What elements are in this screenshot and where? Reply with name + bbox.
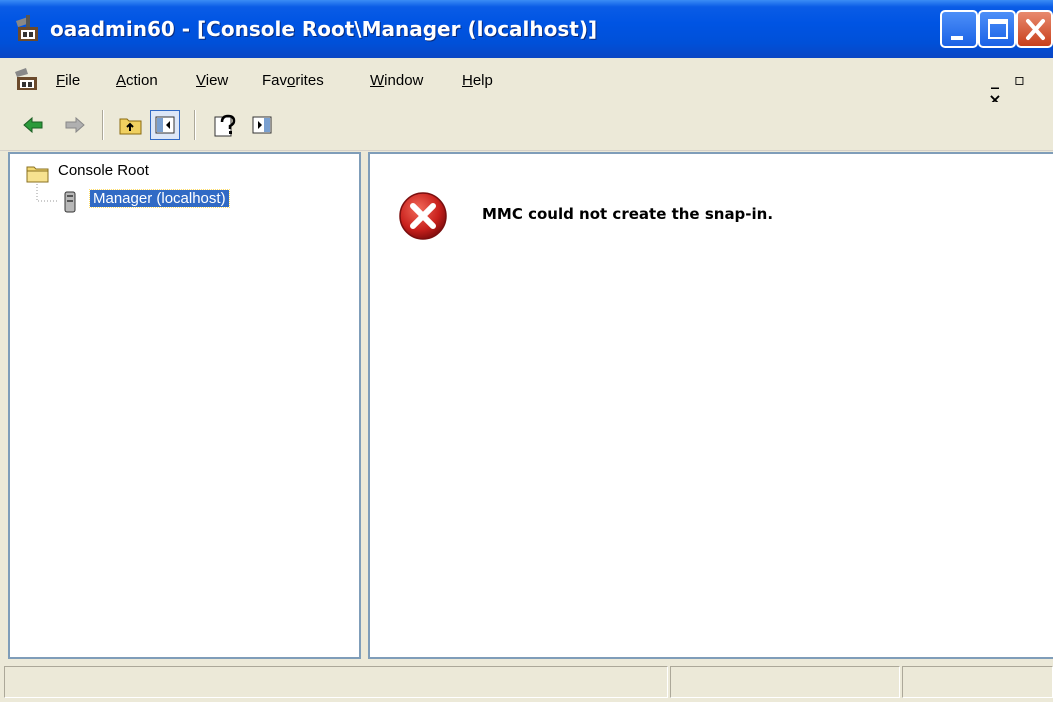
- status-panel-main: [4, 666, 668, 698]
- up-one-level-icon: [119, 118, 142, 135]
- help-button[interactable]: [210, 110, 240, 140]
- tree-node-manager[interactable]: Manager (localhost): [89, 189, 230, 208]
- up-one-level-button[interactable]: [116, 110, 146, 140]
- show-hide-action-pane-icon: [252, 116, 272, 134]
- close-icon: [1026, 19, 1045, 40]
- app-icon[interactable]: [14, 15, 42, 43]
- minimize-button[interactable]: [940, 10, 978, 48]
- mdi-minimize-button[interactable]: _: [985, 70, 1005, 90]
- server-icon: [64, 191, 76, 213]
- maximize-button[interactable]: [978, 10, 1016, 48]
- mdi-controls: _ ▫ ×: [985, 70, 1053, 109]
- back-button[interactable]: [18, 110, 48, 140]
- menu-window[interactable]: Window: [370, 72, 423, 89]
- forward-icon: [65, 116, 85, 134]
- menu-action[interactable]: Action: [116, 72, 158, 89]
- show-hide-tree-button[interactable]: [150, 110, 180, 140]
- menu-help[interactable]: Help: [462, 72, 493, 89]
- toolbar-separator: [194, 110, 196, 140]
- menu-file[interactable]: File: [56, 72, 80, 89]
- folder-icon: [26, 166, 49, 183]
- back-icon: [23, 116, 43, 134]
- window-title: oaadmin60 - [Console Root\Manager (local…: [50, 17, 598, 41]
- status-panel-2: [670, 666, 900, 698]
- show-hide-action-pane-button[interactable]: [248, 110, 278, 140]
- menu-view[interactable]: View: [196, 72, 228, 89]
- show-hide-console-tree-icon: [155, 116, 175, 134]
- console-tree-pane[interactable]: Console Root Manager (localhost): [8, 152, 361, 659]
- toolbar-separator: [102, 110, 104, 140]
- status-panel-3: [902, 666, 1053, 698]
- forward-button[interactable]: [60, 110, 90, 140]
- result-pane: [368, 152, 1053, 659]
- menu-bar: [0, 60, 1053, 102]
- system-menu-icon[interactable]: [14, 66, 40, 92]
- error-icon: [399, 192, 447, 240]
- close-button[interactable]: [1016, 10, 1053, 48]
- maximize-icon: [988, 19, 1008, 39]
- error-message: MMC could not create the snap-in.: [482, 205, 774, 223]
- minimize-icon: [951, 36, 963, 40]
- tree-node-console-root[interactable]: Console Root: [58, 162, 149, 179]
- menu-favorites[interactable]: Favorites: [262, 72, 324, 89]
- mdi-restore-button[interactable]: ▫: [1009, 70, 1029, 90]
- help-icon: [214, 114, 236, 137]
